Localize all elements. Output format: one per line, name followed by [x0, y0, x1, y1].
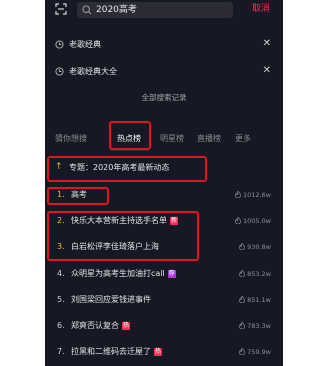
recommend-badge: 荐 — [167, 270, 176, 278]
annotation-box-rank2-3 — [47, 211, 199, 261]
fire-icon — [239, 296, 246, 303]
rank-number: 6. — [57, 321, 65, 330]
list-item-title: 众明星为高考生加油打call 荐 — [71, 269, 176, 278]
list-item[interactable]: 6. 郑爽否认复合热 783.3w — [45, 316, 283, 338]
annotation-box-tab — [109, 121, 151, 150]
history-text: 老歌经典大全 — [69, 67, 117, 76]
history-item[interactable]: 老歌经典大全 ✕ — [45, 59, 283, 85]
cancel-button[interactable]: 取消 — [252, 3, 270, 15]
search-bar: 2020高考 取消 — [45, 0, 283, 22]
search-screen: 2020高考 取消 老歌经典 ✕ 老歌经典大全 ✕ 全部搜索记录 猜你想搜 热点… — [45, 0, 283, 366]
annotation-box-topic — [47, 156, 207, 182]
clock-icon — [55, 67, 64, 76]
history-text: 老歌经典 — [69, 40, 101, 49]
heat-count: 930.8w — [239, 243, 271, 252]
search-query: 2020高考 — [96, 5, 137, 15]
tab-star-list[interactable]: 明星榜 — [160, 134, 184, 144]
close-icon[interactable]: ✕ — [263, 38, 271, 50]
clock-icon — [55, 40, 64, 49]
list-item-title: 郑爽否认复合热 — [71, 321, 131, 330]
hot-badge: 热 — [154, 348, 163, 356]
list-item[interactable]: 7. 拉黑和二维码去迁屋了热 759.9w — [45, 342, 283, 364]
heat-count: 853.2w — [239, 270, 271, 279]
list-item-title: 刘国梁回应爱钱进事件 — [71, 295, 151, 304]
search-icon — [82, 5, 92, 15]
all-history-link[interactable]: 全部搜索记录 — [45, 93, 283, 103]
heat-count: 1012.6w — [234, 191, 271, 200]
rank-number: 7. — [57, 347, 65, 356]
search-input[interactable]: 2020高考 — [77, 2, 233, 18]
hot-badge: 热 — [122, 322, 131, 330]
fire-icon — [234, 217, 241, 224]
annotation-box-rank1 — [47, 187, 109, 205]
fire-icon — [239, 322, 246, 329]
fire-icon — [239, 348, 246, 355]
tab-live-list[interactable]: 直播榜 — [197, 134, 221, 144]
heat-count: 1005.0w — [234, 217, 271, 226]
fire-icon — [239, 270, 246, 277]
close-icon[interactable]: ✕ — [263, 65, 271, 77]
tab-underline — [109, 150, 149, 151]
list-item[interactable]: 5. 刘国梁回应爱钱进事件 851.1w — [45, 290, 283, 312]
heat-count: 783.3w — [239, 322, 271, 331]
scan-icon[interactable] — [55, 3, 67, 15]
rank-number: 5. — [57, 295, 65, 304]
history-item[interactable]: 老歌经典 ✕ — [45, 32, 283, 58]
list-item-title: 拉黑和二维码去迁屋了热 — [71, 347, 163, 356]
fire-icon — [239, 243, 246, 250]
tab-more[interactable]: 更多 — [235, 134, 251, 144]
ranking-tabs: 猜你想搜 热点榜 明星榜 直播榜 更多 — [45, 128, 283, 150]
tab-guess[interactable]: 猜你想搜 — [55, 134, 87, 144]
fire-icon — [234, 191, 241, 198]
heat-count: 759.9w — [239, 348, 271, 357]
heat-count: 851.1w — [239, 296, 271, 305]
rank-number: 4. — [57, 269, 65, 278]
list-item[interactable]: 4. 众明星为高考生加油打call 荐 853.2w — [45, 264, 283, 286]
